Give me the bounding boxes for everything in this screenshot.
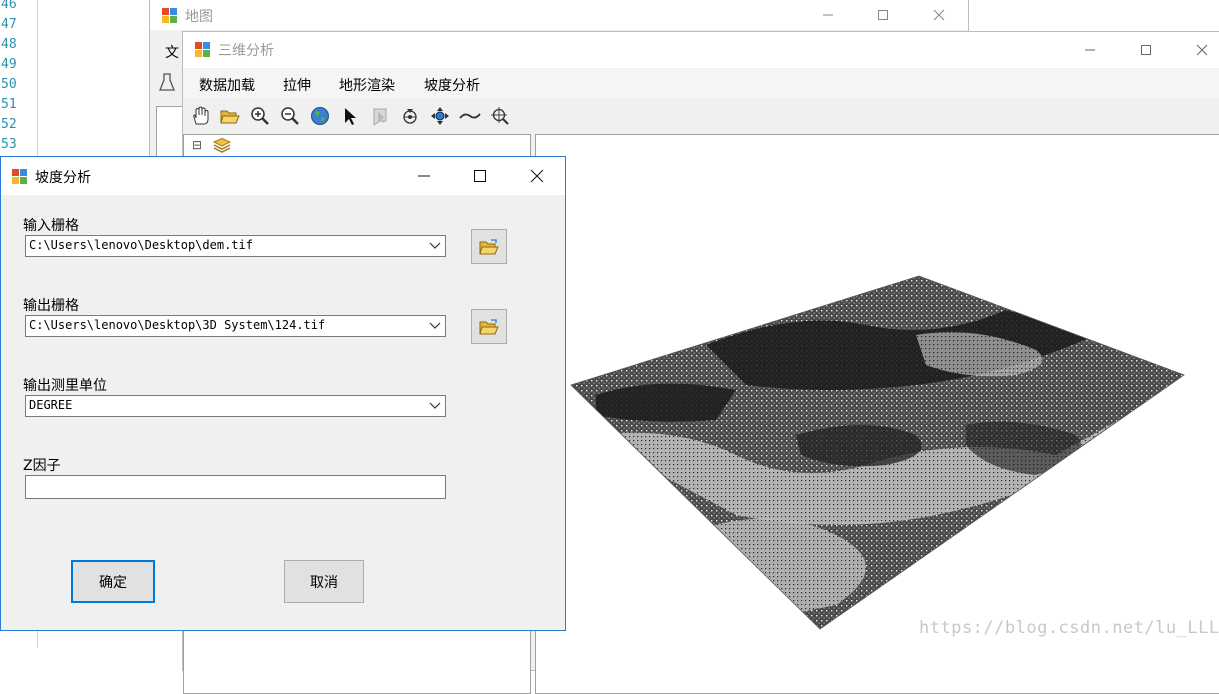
toolbar	[183, 100, 1219, 132]
input-raster-combo[interactable]: C:\Users\lenovo\Desktop\dem.tif	[25, 235, 446, 257]
slope-dialog-titlebar[interactable]: 坡度分析	[1, 157, 565, 195]
line-number: 52	[1, 117, 17, 132]
chevron-down-icon[interactable]	[427, 236, 443, 256]
map-window-title: 地图	[185, 9, 213, 25]
analysis-3d-titlebar[interactable]: 三维分析	[183, 32, 1219, 68]
app-icon	[12, 169, 27, 184]
output-raster-combo[interactable]: C:\Users\lenovo\Desktop\3D System\124.ti…	[25, 315, 446, 337]
line-number: 50	[1, 77, 17, 92]
navigate-icon[interactable]	[399, 105, 421, 127]
minimize-button[interactable]	[1067, 32, 1113, 68]
app-icon	[195, 42, 210, 57]
input-raster-label: 输入栅格	[23, 218, 79, 234]
minimize-icon	[1085, 49, 1095, 51]
line-number: 46	[1, 0, 17, 12]
close-button[interactable]	[514, 157, 560, 195]
maximize-button[interactable]	[860, 0, 906, 30]
pan-icon[interactable]	[189, 105, 211, 127]
maximize-icon	[1141, 45, 1151, 55]
menu-slope-analysis[interactable]: 坡度分析	[424, 75, 480, 95]
line-number: 49	[1, 57, 17, 72]
minimize-icon	[823, 14, 833, 16]
input-raster-browse-button[interactable]	[471, 229, 507, 264]
globe-icon[interactable]	[309, 105, 331, 127]
line-number: 51	[1, 97, 17, 112]
maximize-button[interactable]	[457, 157, 503, 195]
menu-data-load[interactable]: 数据加载	[199, 75, 255, 95]
close-button[interactable]	[916, 0, 962, 30]
output-raster-label: 输出栅格	[23, 298, 79, 314]
maximize-icon	[878, 10, 888, 20]
line-number: 53	[1, 137, 17, 152]
minimize-button[interactable]	[805, 0, 851, 30]
close-icon	[530, 169, 544, 183]
menu-item-file-partial[interactable]: 文	[165, 42, 179, 62]
identify-icon[interactable]	[369, 105, 391, 127]
zoom-out-icon[interactable]	[279, 105, 301, 127]
watermark-text: https://blog.csdn.net/lu_LLLR	[919, 618, 1219, 638]
menu-terrain-render[interactable]: 地形渲染	[339, 75, 395, 95]
output-raster-browse-button[interactable]	[471, 309, 507, 344]
chevron-down-icon[interactable]	[427, 396, 443, 416]
close-icon	[1196, 44, 1208, 56]
slope-dialog-title: 坡度分析	[35, 170, 91, 186]
minimize-icon	[418, 175, 430, 177]
line-number: 47	[1, 17, 17, 32]
z-factor-label: Z因子	[23, 458, 61, 474]
tree-expander[interactable]: ⊟	[192, 138, 202, 152]
cancel-button[interactable]: 取消	[284, 560, 364, 603]
fly-icon[interactable]	[429, 105, 451, 127]
open-folder-icon	[479, 238, 499, 254]
output-unit-value: DEGREE	[29, 398, 73, 412]
select-arrow-icon[interactable]	[339, 105, 361, 127]
maximize-button[interactable]	[1123, 32, 1169, 68]
slope-analysis-dialog[interactable]: 坡度分析 输入栅格 C:\Users\lenovo\Desktop\dem.ti…	[0, 156, 566, 631]
close-button[interactable]	[1179, 32, 1219, 68]
swipe-icon[interactable]	[459, 105, 481, 127]
zoom-in-icon[interactable]	[249, 105, 271, 127]
close-icon	[933, 9, 945, 21]
layers-icon	[212, 137, 232, 158]
line-number-gutter: 46 47 48 49 50 51 52 53	[0, 0, 38, 155]
tool-icon[interactable]	[158, 72, 176, 96]
zoom-to-target-icon[interactable]	[489, 105, 511, 127]
analysis-3d-title: 三维分析	[218, 43, 274, 59]
output-unit-label: 输出测里单位	[23, 378, 107, 394]
ok-button[interactable]: 确定	[71, 560, 155, 603]
minimize-button[interactable]	[401, 157, 447, 195]
map-window-titlebar[interactable]: 地图	[150, 0, 968, 30]
app-icon	[162, 8, 177, 23]
line-number: 48	[1, 37, 17, 52]
terrain-3d-render	[570, 275, 1185, 630]
input-raster-value: C:\Users\lenovo\Desktop\dem.tif	[29, 238, 253, 252]
output-unit-select[interactable]: DEGREE	[25, 395, 446, 417]
output-raster-value: C:\Users\lenovo\Desktop\3D System\124.ti…	[29, 318, 326, 332]
open-folder-icon	[479, 318, 499, 334]
chevron-down-icon[interactable]	[427, 316, 443, 336]
menu-bar: 数据加载 拉伸 地形渲染 坡度分析	[183, 69, 1219, 98]
menu-stretch[interactable]: 拉伸	[283, 75, 311, 95]
scene-view[interactable]	[535, 134, 1219, 694]
z-factor-input[interactable]	[25, 475, 446, 499]
maximize-icon	[474, 170, 486, 182]
open-folder-icon[interactable]	[219, 105, 241, 127]
